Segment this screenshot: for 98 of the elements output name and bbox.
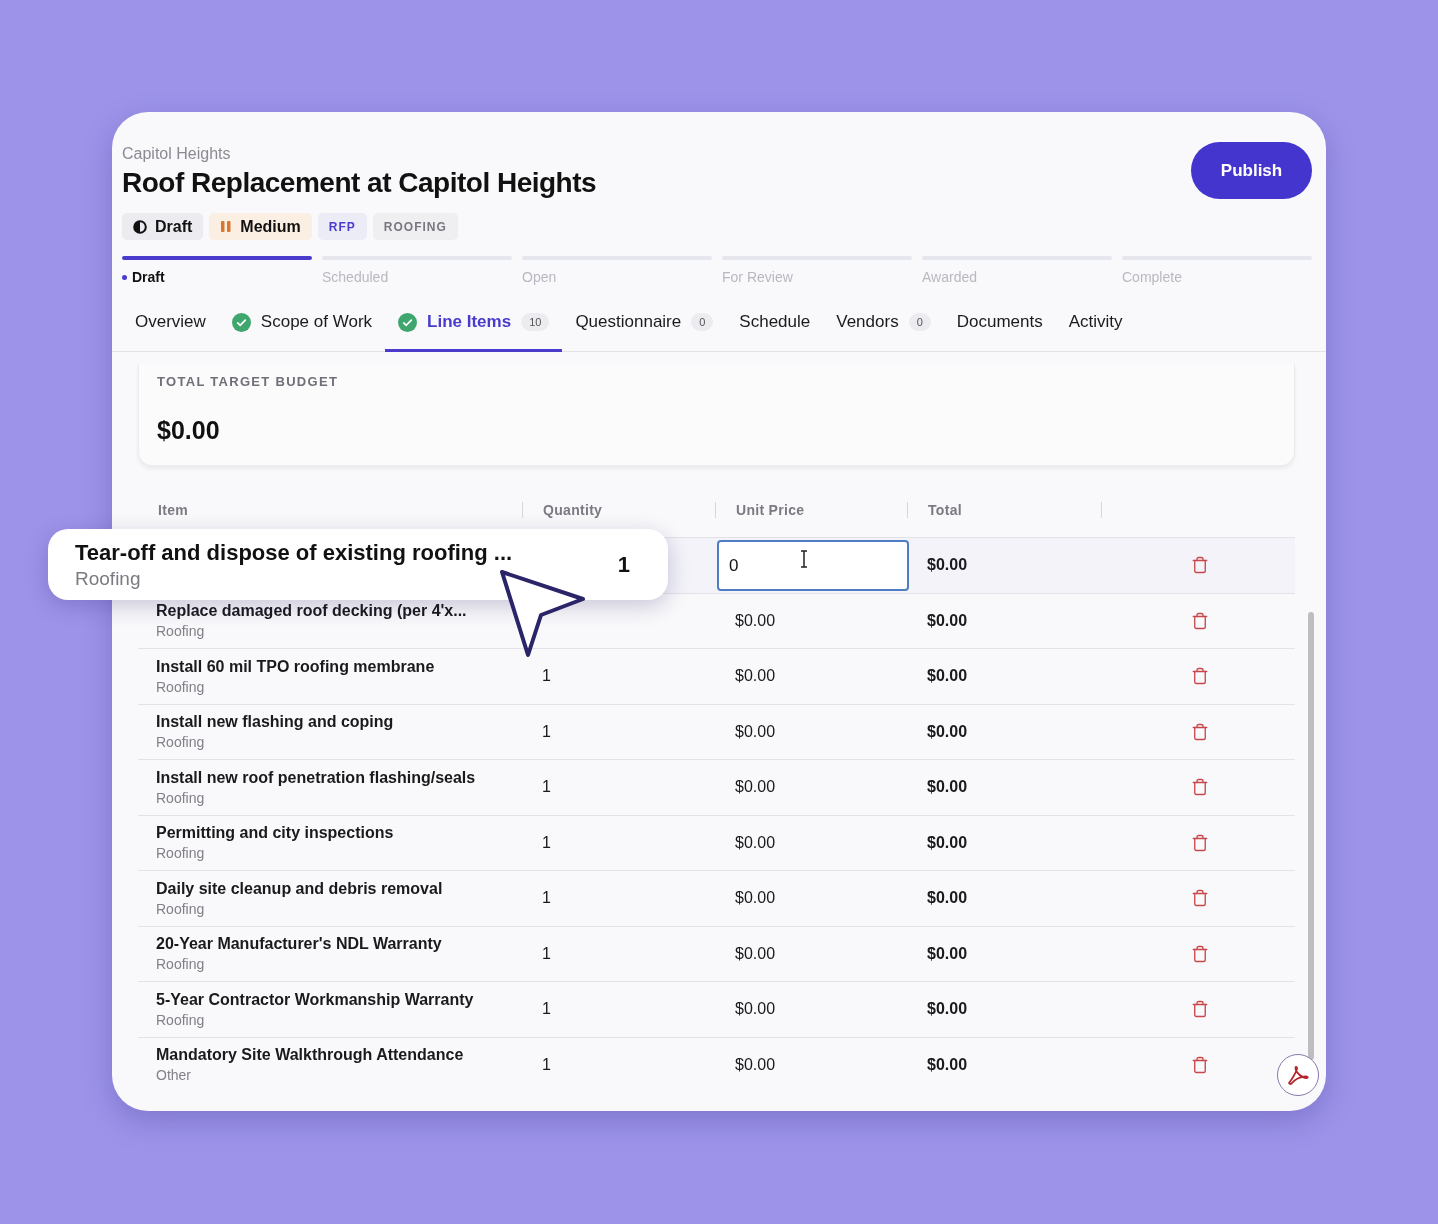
- item-name: Install new roof penetration flashing/seals: [156, 768, 477, 787]
- tab[interactable]: Scope of Work: [218, 295, 386, 352]
- stage-label: For Review: [722, 269, 794, 285]
- unit-price: $0.00: [735, 1000, 776, 1019]
- column-header: Total: [928, 501, 962, 518]
- quantity: 1: [542, 1055, 551, 1074]
- line-total: $0.00: [927, 778, 968, 797]
- line-total: $0.00: [927, 944, 968, 963]
- item-category: Roofing: [156, 623, 206, 640]
- line-total: $0.00: [927, 667, 968, 686]
- unit-price: $0.00: [735, 611, 776, 630]
- delete-button[interactable]: [1191, 1000, 1209, 1019]
- pdf-icon: [1286, 1064, 1310, 1086]
- line-total: $0.00: [927, 611, 968, 630]
- line-total: $0.00: [927, 833, 968, 852]
- tab[interactable]: Activity: [1055, 295, 1136, 352]
- unit-price: $0.00: [735, 944, 776, 963]
- scrollbar[interactable]: [1308, 612, 1314, 1060]
- delete-button[interactable]: [1191, 889, 1209, 908]
- item-name: Permitting and city inspections: [156, 824, 395, 843]
- delete-button[interactable]: [1191, 667, 1209, 686]
- count-pill: 0: [908, 313, 931, 331]
- delete-button[interactable]: [1191, 722, 1209, 741]
- column-header: Quantity: [543, 501, 603, 518]
- column-header: Item: [158, 501, 188, 518]
- unit-price: $0.00: [735, 1055, 776, 1074]
- item-category: Other: [156, 1067, 192, 1084]
- delete-button[interactable]: [1191, 556, 1209, 575]
- tab[interactable]: Documents: [943, 295, 1056, 352]
- delete-button[interactable]: [1191, 611, 1209, 630]
- publish-button[interactable]: Publish: [1191, 142, 1312, 199]
- unit-price: $0.00: [735, 889, 776, 908]
- stage-label: Scheduled: [322, 269, 390, 285]
- line-total: $0.00: [927, 722, 968, 741]
- quantity: 1: [617, 551, 630, 578]
- item-name: Install new flashing and coping: [156, 713, 395, 732]
- item-name: 20-Year Manufacturer's NDL Warranty: [156, 935, 443, 954]
- delete-button[interactable]: [1191, 778, 1209, 797]
- category-tag: ROOFING: [372, 213, 458, 240]
- item-name: Tear-off and dispose of existing roofing ...: [75, 539, 513, 566]
- unit-price: $0.00: [735, 722, 776, 741]
- stage-label: Complete: [1122, 269, 1183, 285]
- item-name: Daily site cleanup and debris removal: [156, 879, 444, 898]
- stage-label: Draft: [122, 269, 312, 285]
- tab[interactable]: Overview: [122, 295, 219, 352]
- item-category: Roofing: [156, 956, 206, 973]
- text-cursor-icon: [800, 550, 808, 568]
- line-total: $0.00: [927, 889, 968, 908]
- unit-price: $0.00: [735, 667, 776, 686]
- unit-price: $0.00: [735, 778, 776, 797]
- quantity: 1: [542, 889, 551, 908]
- unit-price: $0.00: [735, 833, 776, 852]
- delete-button[interactable]: [1191, 944, 1209, 963]
- item-category: Roofing: [156, 1011, 206, 1028]
- item-category: Roofing: [156, 789, 206, 806]
- quantity: 1: [542, 1000, 551, 1019]
- delete-button[interactable]: [1191, 1055, 1209, 1074]
- item-category: Roofing: [156, 734, 206, 751]
- count-pill: 10: [521, 313, 550, 331]
- tab[interactable]: Line Items 10: [385, 295, 563, 352]
- quantity: 1: [542, 778, 551, 797]
- pause-bars-icon: [220, 220, 233, 233]
- stage-label: Open: [522, 269, 558, 285]
- item-category: Roofing: [156, 678, 206, 695]
- pdf-button[interactable]: [1277, 1054, 1319, 1096]
- current-dot-icon: [122, 274, 127, 280]
- item-name: 5-Year Contractor Workmanship Warranty: [156, 990, 475, 1009]
- priority-tag: Medium: [209, 213, 312, 240]
- item-name: Replace damaged roof decking (per 4'x...: [156, 602, 468, 621]
- budget-value: $0.00: [157, 416, 221, 445]
- line-total: $0.00: [927, 556, 968, 575]
- type-tag: RFP: [317, 213, 367, 240]
- tab[interactable]: Schedule: [726, 295, 824, 352]
- delete-button[interactable]: [1191, 833, 1209, 852]
- budget-label: TOTAL TARGET BUDGET: [157, 374, 340, 389]
- page-title: Roof Replacement at Capitol Heights: [122, 167, 597, 199]
- count-pill: 0: [691, 313, 714, 331]
- quantity: 1: [542, 833, 551, 852]
- item-category: Roofing: [156, 845, 206, 862]
- line-total: $0.00: [927, 1000, 968, 1019]
- quantity: 1: [542, 944, 551, 963]
- quantity: 1: [542, 722, 551, 741]
- unit-price-field[interactable]: 0: [717, 540, 909, 591]
- breadcrumb: Capitol Heights: [122, 145, 232, 163]
- item-category: Roofing: [156, 900, 206, 917]
- tab[interactable]: Questionnaire 0: [562, 295, 727, 352]
- stage-label: Awarded: [922, 269, 978, 285]
- check-circle-icon: [231, 312, 251, 332]
- line-total: $0.00: [927, 1055, 968, 1074]
- item-name: Install 60 mil TPO roofing membrane: [156, 657, 436, 676]
- tab[interactable]: Vendors 0: [823, 295, 944, 352]
- half-circle-icon: [133, 219, 147, 234]
- item-category: Roofing: [75, 567, 142, 590]
- check-circle-icon: [398, 312, 418, 332]
- status-tag: Draft: [122, 213, 204, 240]
- column-header: Unit Price: [736, 501, 805, 518]
- quantity: 1: [542, 667, 551, 686]
- item-name: Mandatory Site Walkthrough Attendance: [156, 1046, 465, 1065]
